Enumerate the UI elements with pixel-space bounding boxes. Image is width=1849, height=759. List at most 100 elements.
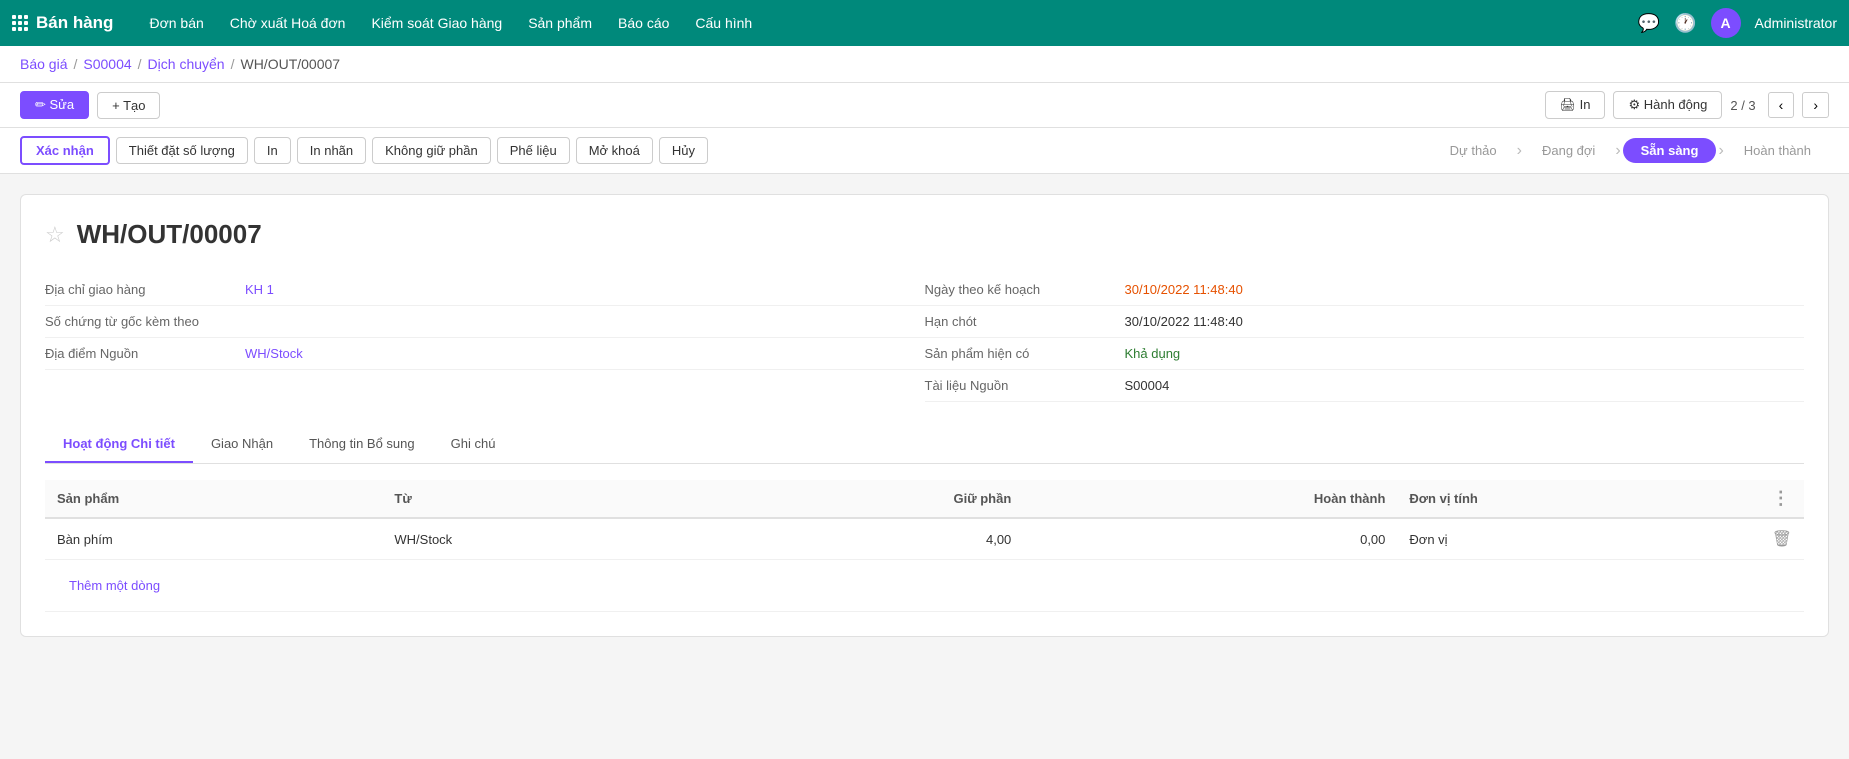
table-menu-icon[interactable]: ⋮ <box>1772 488 1790 508</box>
field-dia-diem: Địa điểm Nguồn WH/Stock <box>45 338 925 370</box>
toolbar: ✏ Sửa + Tạo 🖨 In ⚙ Hành động 2 / 3 ‹ › <box>0 83 1849 128</box>
star-icon[interactable]: ☆ <box>45 222 65 248</box>
field-san-pham-hien-co: Sản phẩm hiện có Khả dụng <box>925 338 1805 370</box>
field-dia-chi: Địa chỉ giao hàng KH 1 <box>45 274 925 306</box>
action-button[interactable]: ⚙ Hành động <box>1613 91 1722 119</box>
fields-grid: Địa chỉ giao hàng KH 1 Số chứng từ gốc k… <box>45 274 1804 402</box>
brand-label: Bán hàng <box>36 13 113 33</box>
document-card: ☆ WH/OUT/00007 Địa chỉ giao hàng KH 1 Số… <box>20 194 1829 637</box>
tab-ghi-chu[interactable]: Ghi chú <box>433 426 514 463</box>
field-han-chot: Hạn chót 30/10/2022 11:48:40 <box>925 306 1805 338</box>
col-menu-icon: ⋮ <box>1760 480 1804 518</box>
action-bar: Xác nhận Thiết đặt số lượng In In nhãn K… <box>0 128 1849 174</box>
breadcrumb-bao-gia[interactable]: Báo giá <box>20 56 67 72</box>
breadcrumb-sep-3: / <box>231 56 235 72</box>
field-tai-lieu-nguon-label: Tài liệu Nguồn <box>925 378 1125 393</box>
col-don-vi: Đơn vị tính <box>1397 480 1759 518</box>
huy-button[interactable]: Hủy <box>659 137 708 164</box>
menu-bao-cao[interactable]: Báo cáo <box>606 11 681 35</box>
status-arrow-3: › <box>1718 142 1723 160</box>
status-du-thao[interactable]: Dự thảo <box>1432 138 1515 163</box>
menu-don-ban[interactable]: Đơn bán <box>137 11 215 35</box>
col-san-pham: Sản phẩm <box>45 480 382 518</box>
phe-lieu-button[interactable]: Phế liệu <box>497 137 570 164</box>
breadcrumb: Báo giá / S00004 / Dịch chuyển / WH/OUT/… <box>0 46 1849 83</box>
tab-hoat-dong[interactable]: Hoạt động Chi tiết <box>45 426 193 463</box>
doc-title: WH/OUT/00007 <box>77 219 262 250</box>
field-tai-lieu-nguon: Tài liệu Nguồn S00004 <box>925 370 1805 402</box>
create-button[interactable]: + Tạo <box>97 92 160 119</box>
topnav-menu: Đơn bán Chờ xuất Hoá đơn Kiểm soát Giao … <box>137 11 1637 35</box>
fields-left: Địa chỉ giao hàng KH 1 Số chứng từ gốc k… <box>45 274 925 402</box>
menu-cho-xuat[interactable]: Chờ xuất Hoá đơn <box>218 11 358 35</box>
field-san-pham-hien-co-label: Sản phẩm hiện có <box>925 346 1125 361</box>
topnav: Bán hàng Đơn bán Chờ xuất Hoá đơn Kiểm s… <box>0 0 1849 46</box>
fields-right: Ngày theo kế hoạch 30/10/2022 11:48:40 H… <box>925 274 1805 402</box>
status-san-sang[interactable]: Sẵn sàng <box>1623 138 1717 163</box>
status-dang-doi[interactable]: Đang đợi <box>1524 138 1613 163</box>
xac-nhan-button[interactable]: Xác nhận <box>20 136 110 165</box>
breadcrumb-s00004[interactable]: S00004 <box>83 56 131 72</box>
delete-icon[interactable]: 🗑 <box>1772 531 1792 548</box>
menu-cau-hinh[interactable]: Cấu hình <box>683 11 764 35</box>
field-dia-chi-label: Địa chỉ giao hàng <box>45 282 245 297</box>
cell-san-pham: Bàn phím <box>45 518 382 560</box>
main-content: ☆ WH/OUT/00007 Địa chỉ giao hàng KH 1 Số… <box>0 174 1849 657</box>
grid-icon <box>12 15 28 31</box>
field-dia-diem-value[interactable]: WH/Stock <box>245 346 925 361</box>
cell-giu-phan: 4,00 <box>703 518 1023 560</box>
khong-giu-button[interactable]: Không giữ phần <box>372 137 491 164</box>
breadcrumb-dich-chuyen[interactable]: Dịch chuyển <box>148 56 225 72</box>
pagination-info: 2 / 3 <box>1730 98 1755 113</box>
field-dia-diem-label: Địa điểm Nguồn <box>45 346 245 361</box>
thiet-dat-button[interactable]: Thiết đặt số lượng <box>116 137 248 164</box>
doc-header: ☆ WH/OUT/00007 <box>45 219 1804 250</box>
status-hoan-thanh[interactable]: Hoàn thành <box>1726 138 1829 163</box>
field-ngay-ke-hoach-label: Ngày theo kế hoạch <box>925 282 1125 297</box>
clock-icon[interactable]: 🕐 <box>1674 13 1696 34</box>
menu-san-pham[interactable]: Sản phẩm <box>516 11 604 35</box>
avatar[interactable]: A <box>1711 8 1741 38</box>
product-table: Sản phẩm Từ Giữ phần Hoàn thành Đơn vị t… <box>45 480 1804 612</box>
cell-delete: 🗑 <box>1760 518 1804 560</box>
menu-kiem-soat[interactable]: Kiểm soát Giao hàng <box>359 11 514 35</box>
field-so-chung-tu-label: Số chứng từ gốc kèm theo <box>45 314 245 329</box>
tab-giao-nhan[interactable]: Giao Nhận <box>193 426 291 463</box>
cell-tu: WH/Stock <box>382 518 702 560</box>
breadcrumb-sep-1: / <box>73 56 77 72</box>
tab-thong-tin[interactable]: Thông tin Bổ sung <box>291 426 433 463</box>
topnav-right: 💬 🕐 A Administrator <box>1638 8 1837 38</box>
brand[interactable]: Bán hàng <box>12 13 113 33</box>
chat-icon[interactable]: 💬 <box>1638 13 1660 34</box>
in-nhan-button[interactable]: In nhãn <box>297 137 366 164</box>
print-button[interactable]: 🖨 In <box>1545 91 1606 119</box>
field-ngay-ke-hoach: Ngày theo kế hoạch 30/10/2022 11:48:40 <box>925 274 1805 306</box>
username[interactable]: Administrator <box>1755 15 1837 31</box>
prev-button[interactable]: ‹ <box>1768 92 1795 118</box>
add-row-row: Thêm một dòng <box>45 560 1804 612</box>
col-tu: Từ <box>382 480 702 518</box>
field-han-chot-label: Hạn chót <box>925 314 1125 329</box>
breadcrumb-sep-2: / <box>138 56 142 72</box>
status-pipeline: Dự thảo › Đang đợi › Sẵn sàng › Hoàn thà… <box>1432 138 1829 163</box>
table-header-row: Sản phẩm Từ Giữ phần Hoàn thành Đơn vị t… <box>45 480 1804 518</box>
col-hoan-thanh: Hoàn thành <box>1023 480 1397 518</box>
field-san-pham-hien-co-value: Khả dụng <box>1125 346 1805 361</box>
tabs: Hoạt động Chi tiết Giao Nhận Thông tin B… <box>45 426 1804 464</box>
add-row-button[interactable]: Thêm một dòng <box>57 570 172 601</box>
status-arrow-1: › <box>1517 142 1522 160</box>
add-row-cell: Thêm một dòng <box>45 560 1804 612</box>
field-ngay-ke-hoach-value: 30/10/2022 11:48:40 <box>1125 282 1805 297</box>
next-button[interactable]: › <box>1802 92 1829 118</box>
cell-hoan-thanh: 0,00 <box>1023 518 1397 560</box>
field-so-chung-tu: Số chứng từ gốc kèm theo <box>45 306 925 338</box>
field-dia-chi-value[interactable]: KH 1 <box>245 282 925 297</box>
in-button[interactable]: In <box>254 137 291 164</box>
status-arrow-2: › <box>1615 142 1620 160</box>
col-giu-phan: Giữ phần <box>703 480 1023 518</box>
cell-don-vi: Đơn vị <box>1397 518 1759 560</box>
mo-khoa-button[interactable]: Mở khoá <box>576 137 653 164</box>
field-han-chot-value: 30/10/2022 11:48:40 <box>1125 314 1805 329</box>
table-row: Bàn phím WH/Stock 4,00 0,00 Đơn vị 🗑 <box>45 518 1804 560</box>
edit-button[interactable]: ✏ Sửa <box>20 91 89 119</box>
